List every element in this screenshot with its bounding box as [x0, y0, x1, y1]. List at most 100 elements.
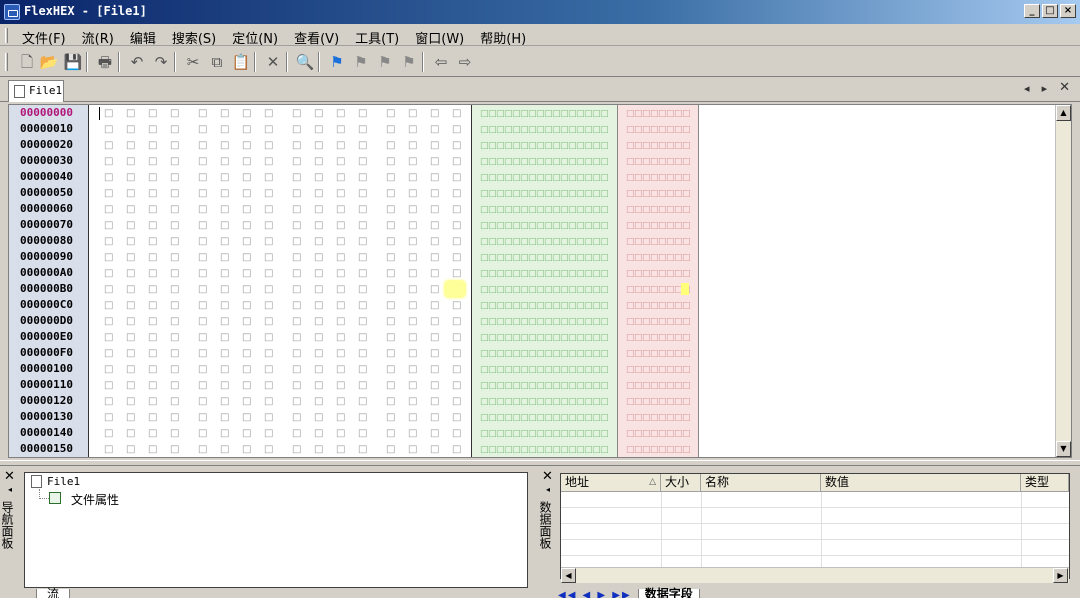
toolbar-grip[interactable]	[5, 53, 8, 71]
menu-tools[interactable]: 工具(T)	[347, 27, 407, 48]
hex-byte[interactable]: □	[242, 267, 251, 281]
hex-byte[interactable]: □	[430, 347, 439, 361]
hex-byte[interactable]: □	[104, 251, 113, 265]
hex-byte[interactable]: □	[170, 363, 179, 377]
hex-byte[interactable]: □	[198, 331, 207, 345]
highlighted-char[interactable]	[681, 283, 689, 295]
hex-byte[interactable]: □	[408, 427, 417, 441]
ascii-row[interactable]: □□□□□□□□□□□□□□□□	[480, 331, 609, 345]
hex-byte[interactable]: □	[386, 331, 395, 345]
ascii-row[interactable]: □□□□□□□□□□□□□□□□	[480, 123, 609, 137]
hex-byte[interactable]: □	[408, 363, 417, 377]
hex-byte[interactable]: □	[292, 363, 301, 377]
hex-byte[interactable]: □	[198, 155, 207, 169]
hex-byte[interactable]: □	[170, 155, 179, 169]
hex-byte[interactable]: □	[314, 411, 323, 425]
unicode-row[interactable]: □□□□□□□□	[626, 395, 691, 409]
hex-byte[interactable]: □	[430, 315, 439, 329]
hex-byte[interactable]: □	[220, 299, 229, 313]
hex-byte[interactable]: □	[198, 251, 207, 265]
ascii-row[interactable]: □□□□□□□□□□□□□□□□	[480, 379, 609, 393]
hex-byte[interactable]: □	[104, 379, 113, 393]
hex-byte[interactable]: □	[358, 331, 367, 345]
hex-byte[interactable]: □	[126, 107, 135, 121]
hex-byte[interactable]: □	[242, 299, 251, 313]
hex-byte[interactable]: □	[336, 123, 345, 137]
hex-byte[interactable]: □	[386, 315, 395, 329]
hex-byte[interactable]: □	[358, 107, 367, 121]
hex-byte[interactable]: □	[126, 187, 135, 201]
col-value[interactable]: 数值	[821, 474, 1021, 492]
unicode-column[interactable]: □□□□□□□□ □□□□□□□□ □□□□□□□□ □□□□□□□□ □□□□□□□□…	[618, 105, 699, 457]
hex-byte[interactable]: □	[126, 203, 135, 217]
hex-byte[interactable]: □	[358, 219, 367, 233]
unicode-row[interactable]: □□□□□□□□	[626, 155, 691, 169]
hex-byte[interactable]: □	[314, 235, 323, 249]
hex-byte[interactable]: □	[104, 315, 113, 329]
hex-byte[interactable]: □	[220, 203, 229, 217]
hex-byte[interactable]: □	[358, 283, 367, 297]
ascii-row[interactable]: □□□□□□□□□□□□□□□□	[480, 283, 609, 297]
hex-byte[interactable]: □	[148, 363, 157, 377]
hex-byte[interactable]: □	[314, 331, 323, 345]
hex-byte[interactable]: □	[430, 443, 439, 457]
highlighted-byte[interactable]	[445, 281, 465, 297]
hex-byte[interactable]: □	[452, 379, 461, 393]
hex-byte[interactable]: □	[314, 187, 323, 201]
hex-byte[interactable]: □	[242, 219, 251, 233]
tab-prev-icon[interactable]: ◂	[1024, 82, 1030, 95]
unicode-row[interactable]: □□□□□□□□	[626, 203, 691, 217]
cut-icon[interactable]: ✂	[182, 51, 204, 73]
hex-byte[interactable]: □	[430, 203, 439, 217]
hex-byte[interactable]: □	[358, 299, 367, 313]
ascii-row[interactable]: □□□□□□□□□□□□□□□□	[480, 203, 609, 217]
hex-byte[interactable]: □	[386, 139, 395, 153]
hex-byte[interactable]: □	[264, 427, 273, 441]
hex-byte[interactable]: □	[452, 315, 461, 329]
hex-byte[interactable]: □	[242, 107, 251, 121]
hex-byte[interactable]: □	[170, 251, 179, 265]
hex-byte[interactable]: □	[408, 139, 417, 153]
hex-byte[interactable]: □	[148, 395, 157, 409]
hex-byte[interactable]: □	[336, 139, 345, 153]
unicode-row[interactable]: □□□□□□□□	[626, 123, 691, 137]
hex-byte[interactable]: □	[220, 107, 229, 121]
hex-byte[interactable]: □	[430, 235, 439, 249]
hex-byte[interactable]: □	[452, 203, 461, 217]
hex-byte[interactable]: □	[452, 267, 461, 281]
paste-icon[interactable]: 📋	[230, 51, 252, 73]
hex-byte[interactable]: □	[358, 379, 367, 393]
hex-byte[interactable]: □	[358, 251, 367, 265]
hex-byte[interactable]: □	[430, 219, 439, 233]
hex-byte[interactable]: □	[148, 443, 157, 457]
print-icon[interactable]: 🖶	[94, 51, 116, 73]
hex-byte[interactable]: □	[336, 347, 345, 361]
hex-byte[interactable]: □	[408, 219, 417, 233]
hex-byte[interactable]: □	[198, 219, 207, 233]
hex-byte[interactable]: □	[336, 363, 345, 377]
tab-data-fields[interactable]: 数据字段	[637, 588, 700, 598]
hex-byte[interactable]: □	[264, 203, 273, 217]
hex-byte[interactable]: □	[148, 267, 157, 281]
hex-byte[interactable]: □	[358, 187, 367, 201]
hex-byte[interactable]: □	[386, 171, 395, 185]
hex-byte[interactable]: □	[264, 107, 273, 121]
menu-search[interactable]: 搜索(S)	[164, 27, 224, 48]
hex-byte[interactable]: □	[126, 267, 135, 281]
hex-byte[interactable]: □	[430, 411, 439, 425]
hex-byte[interactable]: □	[336, 379, 345, 393]
unicode-row[interactable]: □□□□□□□□	[626, 171, 691, 185]
hex-byte[interactable]: □	[242, 331, 251, 345]
hex-byte[interactable]: □	[170, 219, 179, 233]
hex-byte[interactable]: □	[358, 235, 367, 249]
hex-byte[interactable]: □	[336, 315, 345, 329]
hex-byte[interactable]: □	[336, 267, 345, 281]
data-grid[interactable]: 地址 △ 大小 名称 数值 类型 ◀ ▶	[560, 473, 1070, 583]
hex-byte[interactable]: □	[430, 427, 439, 441]
hex-byte[interactable]: □	[126, 347, 135, 361]
hex-byte[interactable]: □	[148, 219, 157, 233]
hex-byte[interactable]: □	[336, 171, 345, 185]
ascii-row[interactable]: □□□□□□□□□□□□□□□□	[480, 219, 609, 233]
nav-dock-icon[interactable]: ◂	[8, 485, 12, 494]
hex-byte[interactable]: □	[408, 203, 417, 217]
